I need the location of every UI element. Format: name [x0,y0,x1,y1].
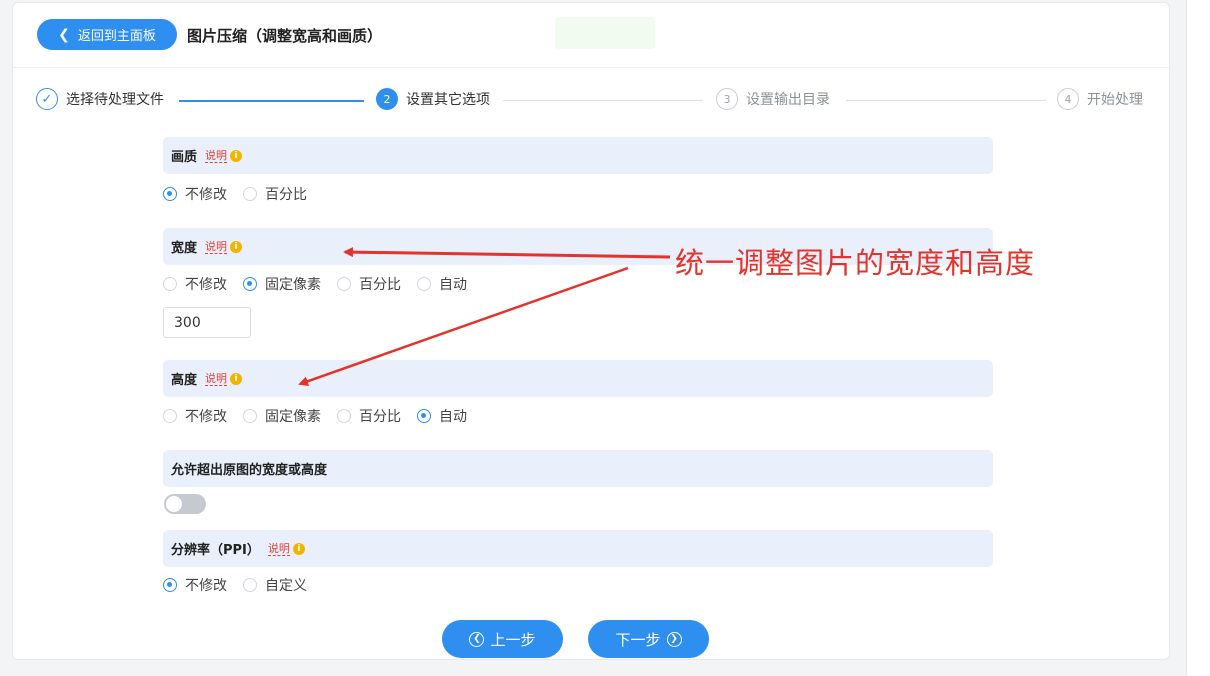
resolution-options: 不修改 自定义 [163,575,323,595]
radio-label: 不修改 [185,578,227,594]
step-4-label: 开始处理 [1087,92,1143,108]
radio-label: 固定像素 [265,277,321,293]
height-section-header: 高度 说明 i [163,360,993,397]
next-step-label: 下一步 [615,630,661,649]
width-radio-unchanged[interactable]: 不修改 [163,274,227,294]
step-4-number: 4 [1057,88,1079,110]
width-help-link[interactable]: 说明 [205,240,228,254]
radio-label: 百分比 [359,277,401,293]
radio-label: 百分比 [265,187,307,203]
quality-options: 不修改 百分比 [163,184,323,204]
quality-radio-unchanged[interactable]: 不修改 [163,184,227,204]
panel-header: ❮ 返回到主面板 图片压缩（调整宽高和画质） [13,3,1169,68]
allow-exceed-title: 允许超出原图的宽度或高度 [171,463,328,478]
width-radio-percent[interactable]: 百分比 [337,274,401,294]
step-3[interactable]: 3 设置输出目录 [716,88,830,110]
resolution-radio-custom[interactable]: 自定义 [243,575,307,595]
step-3-label: 设置输出目录 [746,92,830,108]
step-2-label: 设置其它选项 [406,92,490,108]
next-step-button[interactable]: 下一步 ❯ [588,620,709,658]
radio-label: 自定义 [265,578,307,594]
radio-label: 不修改 [185,409,227,425]
quality-help-link[interactable]: 说明 [205,149,228,163]
quality-section-header: 画质 说明 i [163,137,993,174]
width-options: 不修改 固定像素 百分比 自动 [163,274,483,294]
radio-dot [417,409,431,423]
allow-exceed-section-header: 允许超出原图的宽度或高度 [163,450,993,487]
width-radio-fixed[interactable]: 固定像素 [243,274,321,294]
toggle-knob [166,496,182,512]
resolution-radio-unchanged[interactable]: 不修改 [163,575,227,595]
step-2-number: 2 [376,88,398,110]
resolution-section-header: 分辨率（PPI） 说明 i [163,530,993,567]
step-3-number: 3 [716,88,738,110]
radio-dot [417,277,431,291]
check-icon: ✓ [36,88,58,110]
height-radio-unchanged[interactable]: 不修改 [163,406,227,426]
step-1-label: 选择待处理文件 [66,92,164,108]
step-connector-3 [846,100,1046,101]
width-radio-auto[interactable]: 自动 [417,274,467,294]
width-title: 宽度 [171,241,198,256]
info-icon[interactable]: i [230,240,243,253]
radio-label: 百分比 [359,409,401,425]
radio-dot [337,277,351,291]
height-title: 高度 [171,373,198,388]
prev-step-button[interactable]: ❮ 上一步 [442,620,563,658]
radio-label: 不修改 [185,187,227,203]
back-button-label: 返回到主面板 [77,29,156,44]
radio-dot [243,277,257,291]
radio-label: 自动 [439,277,467,293]
back-to-main-button[interactable]: ❮ 返回到主面板 [37,19,177,50]
info-icon[interactable]: i [230,149,243,162]
allow-exceed-toggle[interactable] [164,494,206,514]
height-radio-auto[interactable]: 自动 [417,406,467,426]
window-right-edge [1186,0,1210,676]
radio-dot [243,409,257,423]
step-connector-1 [179,100,364,102]
resolution-help-link[interactable]: 说明 [267,542,290,556]
quality-title: 画质 [171,150,198,165]
annotation-text: 统一调整图片的宽度和高度 [675,246,1036,280]
radio-dot [337,409,351,423]
height-help-link[interactable]: 说明 [205,372,228,386]
height-radio-percent[interactable]: 百分比 [337,406,401,426]
circle-chevron-right-icon: ❯ [666,631,682,647]
height-radio-fixed[interactable]: 固定像素 [243,406,321,426]
radio-dot [163,409,177,423]
radio-dot [163,578,177,592]
radio-dot [243,578,257,592]
resolution-title: 分辨率（PPI） [171,543,260,558]
radio-dot [163,187,177,201]
faded-badge [555,17,655,49]
height-options: 不修改 固定像素 百分比 自动 [163,406,483,426]
width-pixels-input[interactable] [163,307,251,338]
quality-radio-percent[interactable]: 百分比 [243,184,307,204]
radio-label: 固定像素 [265,409,321,425]
info-icon[interactable]: i [292,542,305,555]
radio-dot [243,187,257,201]
prev-step-label: 上一步 [490,630,536,649]
step-2[interactable]: 2 设置其它选项 [376,88,490,110]
step-connector-2 [503,100,703,101]
radio-label: 不修改 [185,277,227,293]
info-icon[interactable]: i [230,372,243,385]
chevron-left-icon: ❮ [58,26,70,43]
step-4[interactable]: 4 开始处理 [1057,88,1143,110]
step-1[interactable]: ✓ 选择待处理文件 [36,88,164,110]
radio-label: 自动 [439,409,467,425]
page-title: 图片压缩（调整宽高和画质） [187,27,383,45]
stepper: ✓ 选择待处理文件 2 设置其它选项 3 设置输出目录 4 开始处理 [0,84,1156,120]
radio-dot [163,277,177,291]
circle-chevron-left-icon: ❮ [469,631,485,647]
